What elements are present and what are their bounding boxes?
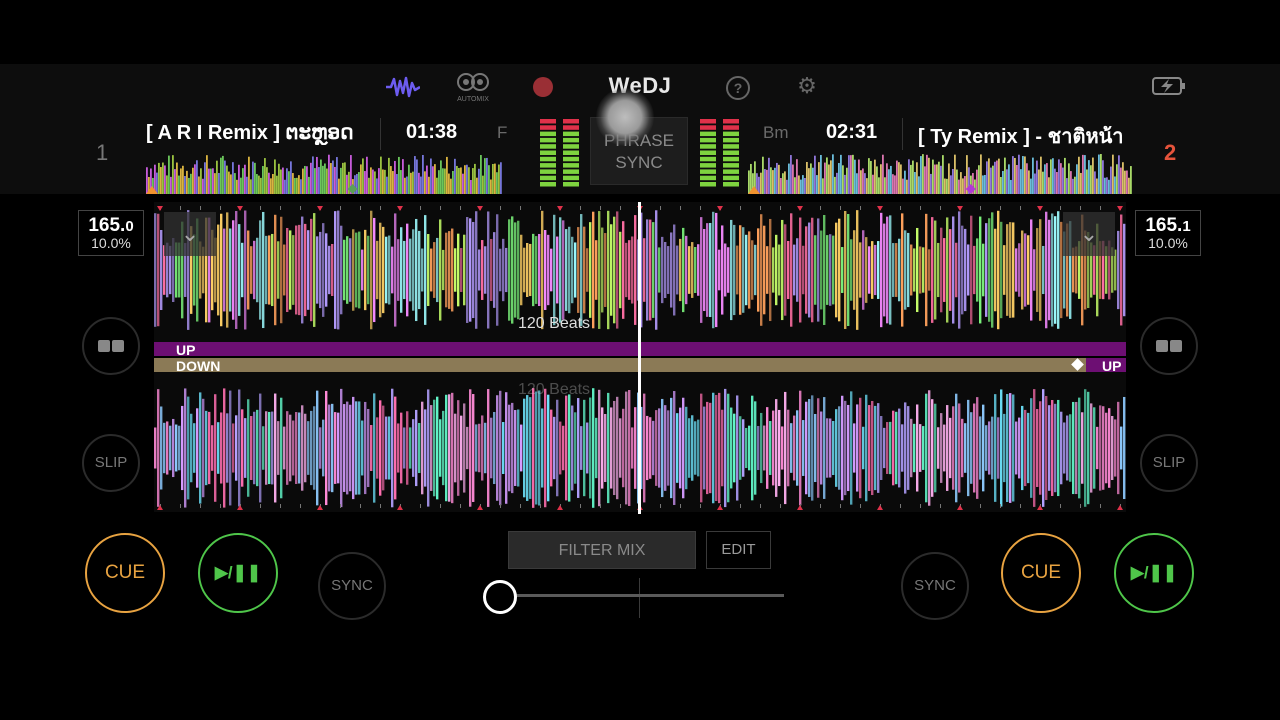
deck-2-key: Bm (763, 123, 789, 142)
deck-2-bpm-display[interactable]: 165.1 10.0% (1135, 210, 1201, 256)
phrase-down-label: DOWN (176, 358, 221, 374)
automix-label: AUTOMIX (457, 96, 489, 103)
deck-2-bpm-decimal: 1 (1182, 218, 1191, 235)
pad-icon (98, 340, 110, 353)
crossfader-knob[interactable] (483, 580, 517, 614)
deck-1-slip-button[interactable]: SLIP (82, 434, 140, 492)
divider (902, 118, 903, 150)
pad-icon (1170, 340, 1182, 353)
deck-2-play-pause-button[interactable]: ▶/❚❚ (1114, 533, 1194, 613)
record-button[interactable] (533, 77, 553, 97)
edit-button[interactable]: EDIT (706, 531, 771, 569)
deck-1-beats-label: 120 Beats (518, 315, 591, 332)
deck-2-sync-button[interactable]: SYNC (901, 552, 969, 620)
deck-2-bpm-value: 165. (1145, 215, 1183, 236)
divider (380, 118, 381, 150)
deck-1-hot-cue-button[interactable] (82, 317, 140, 375)
battery-charging-icon (1152, 77, 1185, 95)
deck-1-track-title[interactable]: [ A R I Remix ] ຕະຫຼອດ (146, 120, 364, 145)
crossfader-track[interactable] (500, 594, 784, 597)
phrase-sync-line2: SYNC (615, 153, 663, 172)
deck-2-cue-button[interactable]: CUE (1001, 533, 1081, 613)
deck-1-bpm-value: 165. (88, 215, 126, 236)
deck-2-track-title[interactable]: [ Ty Remix ] - ชาติหน้า (918, 120, 1130, 152)
touch-indicator (596, 88, 654, 146)
deck-1-level-meter-left (540, 119, 556, 187)
deck-1-number: 1 (96, 140, 109, 165)
deck-2-level-meter-right (723, 119, 739, 187)
deck-1-level-meter-right (563, 119, 579, 187)
deck-1-cue-button[interactable]: CUE (85, 533, 165, 613)
deck-2-beats-label: 120 Beats (518, 381, 591, 398)
deck-1-bpm-display[interactable]: 165.0 10.0% (78, 210, 144, 256)
deck-1-sync-button[interactable]: SYNC (318, 552, 386, 620)
deck-2-pitch-range: 10.0% (1148, 235, 1188, 251)
deck-2-time: 02:31 (826, 121, 878, 143)
deck-2-collapse-chevron-icon[interactable]: ⌄ (1063, 212, 1115, 256)
pad-icon (1156, 340, 1168, 353)
deck-2-hot-cue-button[interactable] (1140, 317, 1198, 375)
deck-1-time: 01:38 (406, 121, 458, 143)
gear-icon[interactable]: ⚙ (796, 75, 818, 97)
deck-2-number: 2 (1164, 140, 1177, 165)
phrase-up-right-label: UP (1102, 358, 1122, 374)
waveform-icon[interactable] (386, 76, 420, 98)
deck-1-bpm-decimal: 0 (125, 218, 134, 235)
pad-icon (112, 340, 124, 353)
deck-1-overview-waveform[interactable] (146, 154, 502, 194)
deck-1-play-pause-button[interactable]: ▶/❚❚ (198, 533, 278, 613)
deck-2-overview-waveform[interactable] (748, 154, 1132, 194)
deck-2-slip-button[interactable]: SLIP (1140, 434, 1198, 492)
automix-icon[interactable]: AUTOMIX (452, 71, 494, 105)
deck-1-pitch-range: 10.0% (91, 235, 131, 251)
filter-mix-button[interactable]: FILTER MIX (508, 531, 696, 569)
phrase-up-label: UP (176, 342, 196, 358)
deck-2-level-meter-left (700, 119, 716, 187)
deck-1-key: F (497, 123, 508, 142)
playhead (638, 202, 641, 514)
deck-1-collapse-chevron-icon[interactable]: ⌄ (164, 212, 216, 256)
crossfader-center-line (639, 578, 640, 618)
help-icon[interactable]: ? (726, 76, 750, 100)
